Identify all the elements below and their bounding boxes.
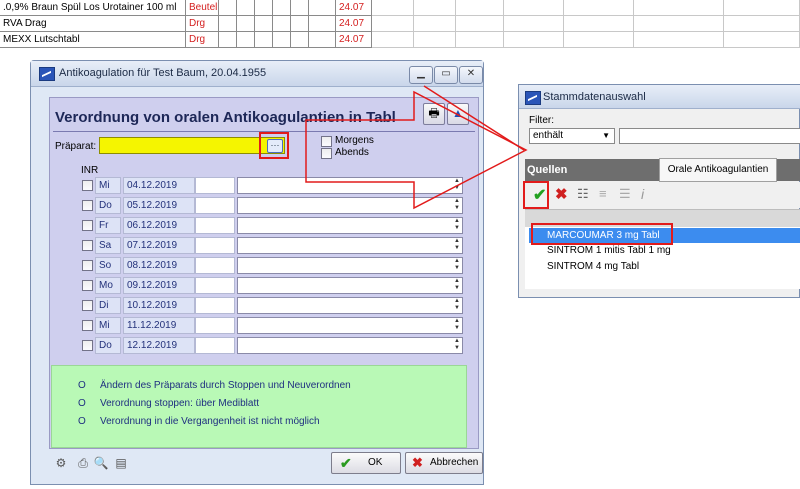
annotation-arrows <box>305 85 528 210</box>
arrow-line <box>423 85 525 151</box>
arrow-to-stamm <box>305 90 528 210</box>
